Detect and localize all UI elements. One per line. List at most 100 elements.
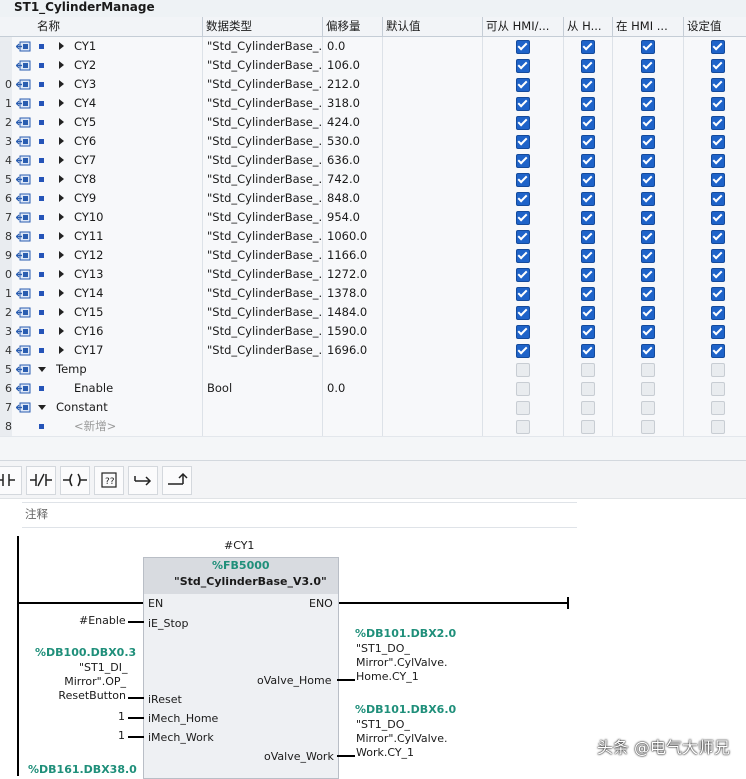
operand-ireset-1[interactable]: "ST1_DI_ — [79, 661, 127, 674]
hmi-write-checkbox[interactable] — [581, 78, 595, 92]
row-name[interactable]: CY9 — [74, 189, 200, 208]
hmi-access-checkbox[interactable] — [516, 287, 530, 301]
table-row[interactable]: 5 CY8 "Std_CylinderBase_... 742.0 — [0, 170, 746, 190]
col-divider[interactable] — [683, 17, 684, 36]
expand-arrow-icon[interactable] — [59, 213, 64, 221]
expand-arrow-icon[interactable] — [59, 137, 64, 145]
hmi-write-checkbox[interactable] — [581, 173, 595, 187]
row-data-type[interactable]: "Std_CylinderBase_... — [207, 132, 321, 151]
hmi-access-checkbox[interactable] — [516, 401, 530, 415]
collapse-arrow-icon[interactable] — [38, 367, 46, 372]
row-name[interactable]: CY10 — [74, 208, 200, 227]
setpoint-checkbox[interactable] — [711, 116, 725, 130]
table-row[interactable]: 7 Constant — [0, 398, 746, 418]
row-data-type[interactable]: "Std_CylinderBase_... — [207, 208, 321, 227]
col-divider[interactable] — [612, 17, 613, 36]
table-row[interactable]: 3 CY6 "Std_CylinderBase_... 530.0 — [0, 132, 746, 152]
coil-button[interactable] — [60, 466, 90, 495]
expand-arrow-icon[interactable] — [59, 61, 64, 69]
row-data-type[interactable]: "Std_CylinderBase_... — [207, 56, 321, 75]
row-data-type[interactable]: "Std_CylinderBase_... — [207, 170, 321, 189]
row-data-type[interactable]: "Std_CylinderBase_... — [207, 75, 321, 94]
hmi-visible-checkbox[interactable] — [641, 192, 655, 206]
col-hmi-access[interactable]: 可从 HMI/... — [486, 17, 562, 36]
table-row[interactable]: 0 CY13 "Std_CylinderBase_... 1272.0 — [0, 265, 746, 285]
operand-ovalve-work-2[interactable]: Mirror".CylValve. — [356, 732, 447, 745]
row-data-type[interactable]: "Std_CylinderBase_... — [207, 341, 321, 360]
row-name[interactable]: CY8 — [74, 170, 200, 189]
row-name[interactable]: Temp — [56, 360, 200, 379]
operand-ireset-3[interactable]: ResetButton — [58, 689, 126, 702]
operand-ovalve-work-3[interactable]: Work.CY_1 — [356, 746, 414, 759]
hmi-access-checkbox[interactable] — [516, 382, 530, 396]
table-row[interactable]: 1 CY14 "Std_CylinderBase_... 1378.0 — [0, 284, 746, 304]
hmi-write-checkbox[interactable] — [581, 135, 595, 149]
setpoint-checkbox[interactable] — [711, 306, 725, 320]
setpoint-checkbox[interactable] — [711, 192, 725, 206]
hmi-write-checkbox[interactable] — [581, 306, 595, 320]
hmi-visible-checkbox[interactable] — [641, 401, 655, 415]
hmi-write-checkbox[interactable] — [581, 287, 595, 301]
setpoint-checkbox[interactable] — [711, 135, 725, 149]
hmi-access-checkbox[interactable] — [516, 211, 530, 225]
table-row[interactable]: 8 CY11 "Std_CylinderBase_... 1060.0 — [0, 227, 746, 247]
hmi-access-checkbox[interactable] — [516, 420, 530, 434]
hmi-access-checkbox[interactable] — [516, 154, 530, 168]
row-name[interactable]: CY16 — [74, 322, 200, 341]
hmi-visible-checkbox[interactable] — [641, 230, 655, 244]
table-row[interactable]: 2 CY15 "Std_CylinderBase_... 1484.0 — [0, 303, 746, 323]
hmi-access-checkbox[interactable] — [516, 97, 530, 111]
hmi-write-checkbox[interactable] — [581, 325, 595, 339]
fb-name[interactable]: "Std_CylinderBase_V3.0" — [174, 575, 327, 588]
row-data-type[interactable] — [207, 360, 321, 379]
row-data-type[interactable]: "Std_CylinderBase_... — [207, 94, 321, 113]
hmi-access-checkbox[interactable] — [516, 116, 530, 130]
hmi-visible-checkbox[interactable] — [641, 173, 655, 187]
expand-arrow-icon[interactable] — [59, 346, 64, 354]
hmi-access-checkbox[interactable] — [516, 192, 530, 206]
expand-arrow-icon[interactable] — [59, 308, 64, 316]
row-name[interactable]: <新增> — [74, 417, 200, 436]
hmi-visible-checkbox[interactable] — [641, 135, 655, 149]
expand-arrow-icon[interactable] — [59, 175, 64, 183]
table-row[interactable]: 1 CY4 "Std_CylinderBase_... 318.0 — [0, 94, 746, 114]
collapse-arrow-icon[interactable] — [38, 405, 46, 410]
operand-ovalve-home-2[interactable]: Mirror".CylValve. — [356, 656, 447, 669]
hmi-access-checkbox[interactable] — [516, 173, 530, 187]
hmi-write-checkbox[interactable] — [581, 154, 595, 168]
expand-arrow-icon[interactable] — [59, 42, 64, 50]
hmi-visible-checkbox[interactable] — [641, 382, 655, 396]
operand-ovalve-home-3[interactable]: Home.CY_1 — [356, 670, 419, 683]
row-data-type[interactable]: "Std_CylinderBase_... — [207, 151, 321, 170]
row-name[interactable]: Enable — [74, 379, 200, 398]
hmi-write-checkbox[interactable] — [581, 401, 595, 415]
row-data-type[interactable]: "Std_CylinderBase_... — [207, 265, 321, 284]
row-name[interactable]: CY7 — [74, 151, 200, 170]
hmi-access-checkbox[interactable] — [516, 268, 530, 282]
table-row[interactable]: 4 CY17 "Std_CylinderBase_... 1696.0 — [0, 341, 746, 361]
close-branch-button[interactable] — [162, 466, 192, 495]
setpoint-checkbox[interactable] — [711, 344, 725, 358]
setpoint-checkbox[interactable] — [711, 97, 725, 111]
row-name[interactable]: CY13 — [74, 265, 200, 284]
table-row[interactable]: 0 CY3 "Std_CylinderBase_... 212.0 — [0, 75, 746, 95]
hmi-visible-checkbox[interactable] — [641, 249, 655, 263]
row-data-type[interactable]: "Std_CylinderBase_... — [207, 227, 321, 246]
hmi-write-checkbox[interactable] — [581, 97, 595, 111]
hmi-visible-checkbox[interactable] — [641, 344, 655, 358]
col-hmi-visible[interactable]: 在 HMI ... — [616, 17, 682, 36]
setpoint-checkbox[interactable] — [711, 401, 725, 415]
col-data-type[interactable]: 数据类型 — [206, 17, 320, 36]
open-branch-button[interactable] — [128, 466, 158, 495]
hmi-visible-checkbox[interactable] — [641, 325, 655, 339]
expand-arrow-icon[interactable] — [59, 80, 64, 88]
expand-arrow-icon[interactable] — [59, 289, 64, 297]
col-setpoint[interactable]: 设定值 — [687, 17, 745, 36]
hmi-visible-checkbox[interactable] — [641, 306, 655, 320]
hmi-write-checkbox[interactable] — [581, 249, 595, 263]
hmi-access-checkbox[interactable] — [516, 40, 530, 54]
row-data-type[interactable]: "Std_CylinderBase_... — [207, 37, 321, 56]
setpoint-checkbox[interactable] — [711, 40, 725, 54]
hmi-visible-checkbox[interactable] — [641, 59, 655, 73]
col-default[interactable]: 默认值 — [386, 17, 480, 36]
